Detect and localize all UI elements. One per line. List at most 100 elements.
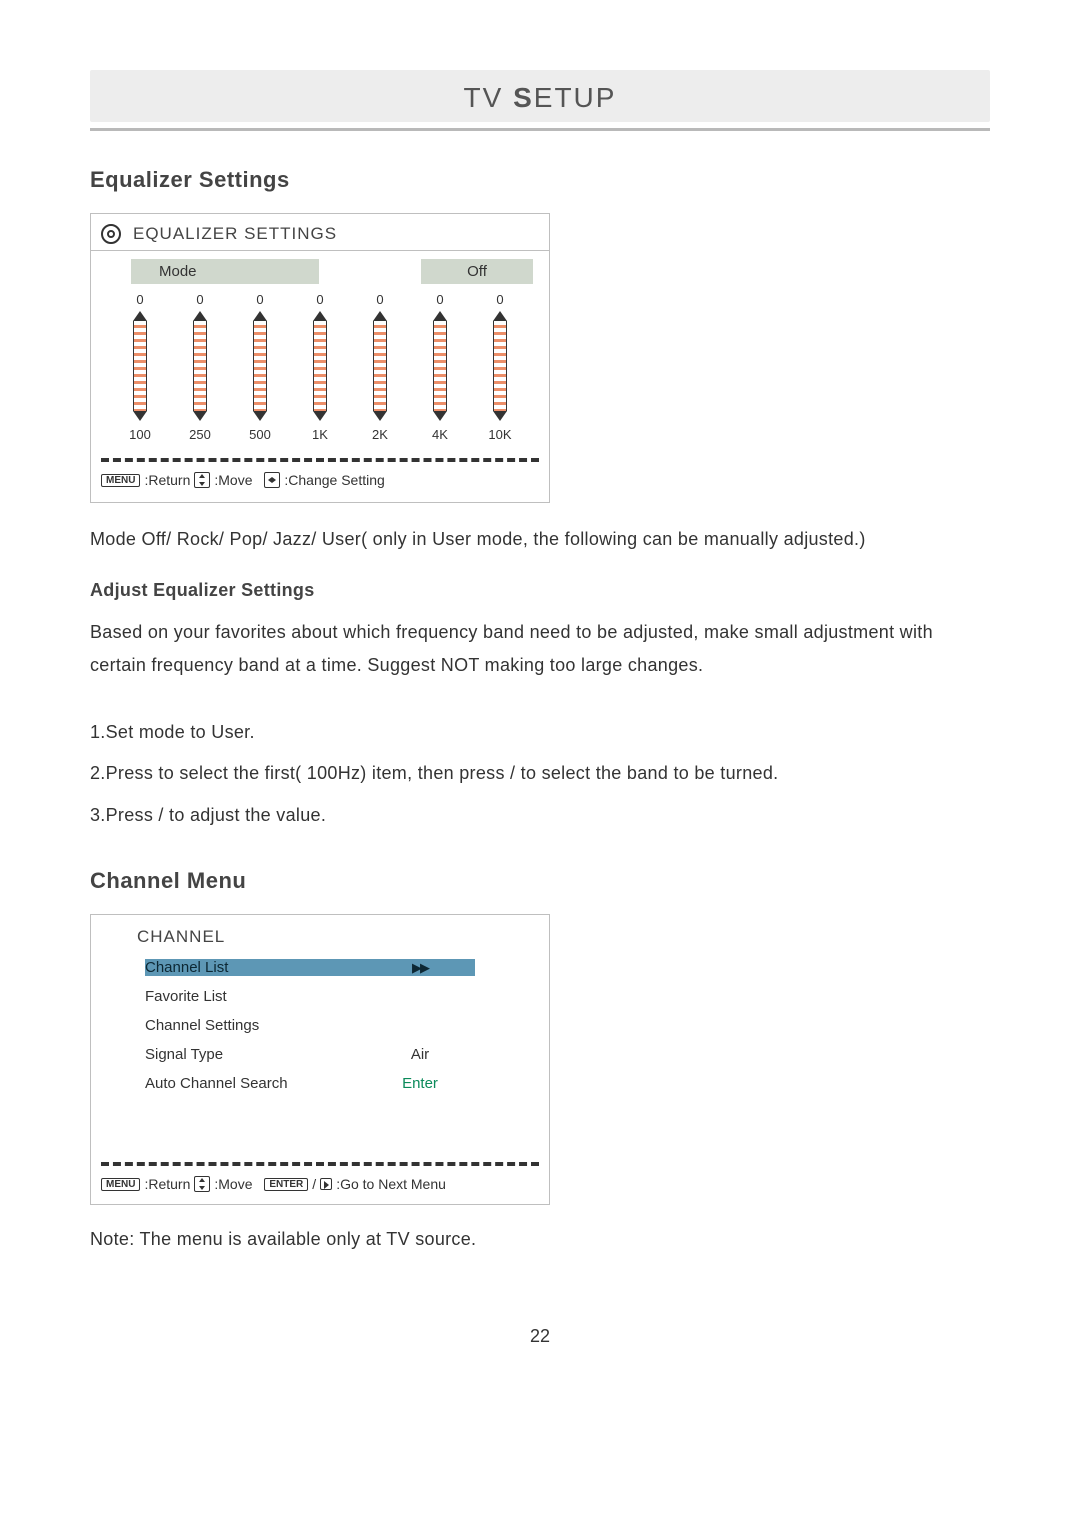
- channel-row-label: Favorite List: [145, 988, 365, 1005]
- eq-slider-freq: 500: [249, 427, 271, 442]
- title-underline: [90, 128, 990, 131]
- eq-slider-value: 0: [496, 292, 503, 307]
- hint-change: :Change Setting: [284, 472, 384, 488]
- eq-slider-value: 0: [136, 292, 143, 307]
- eq-slider-value: 0: [256, 292, 263, 307]
- arrow-up-icon[interactable]: [433, 311, 447, 321]
- channel-hints: MENU :Return :Move ENTER / :Go to Next M…: [91, 1176, 549, 1204]
- step-1: 1.Set mode to User.: [90, 716, 990, 749]
- channel-row[interactable]: Channel List ▶▶: [137, 953, 519, 982]
- equalizer-heading: Equalizer Settings: [90, 167, 990, 193]
- eq-slider-track[interactable]: [313, 321, 327, 411]
- channel-row-label: Channel List: [145, 959, 365, 976]
- arrow-down-icon[interactable]: [193, 411, 207, 421]
- channel-panel-title: CHANNEL: [91, 915, 549, 953]
- channel-row-value: ▶▶: [365, 959, 475, 976]
- eq-slider-track[interactable]: [253, 321, 267, 411]
- arrow-up-icon[interactable]: [133, 311, 147, 321]
- eq-slider-freq: 10K: [488, 427, 511, 442]
- eq-slider-track[interactable]: [433, 321, 447, 411]
- page-title-bar: TV SETUP: [90, 70, 990, 122]
- equalizer-sliders: 0 100 0 250 0 500 0 1K 0 2K 0 4K 0 10K: [91, 292, 549, 442]
- hint-slash: /: [312, 1176, 316, 1192]
- channel-heading: Channel Menu: [90, 868, 990, 894]
- channel-row[interactable]: Auto Channel SearchEnter: [137, 1069, 519, 1098]
- hint-goto: :Go to Next Menu: [336, 1176, 446, 1192]
- eq-slider-250[interactable]: 0 250: [177, 292, 223, 442]
- arrow-up-icon[interactable]: [253, 311, 267, 321]
- eq-slider-value: 0: [196, 292, 203, 307]
- channel-row[interactable]: Channel Settings: [137, 1011, 519, 1040]
- play-icon: [320, 1178, 332, 1190]
- eq-slider-1K[interactable]: 0 1K: [297, 292, 343, 442]
- eq-slider-freq: 2K: [372, 427, 388, 442]
- menu-key-icon: MENU: [101, 474, 140, 487]
- page-title: TV SETUP: [464, 82, 617, 113]
- channel-row-value: Air: [365, 1046, 475, 1063]
- equalizer-mode-value: Off: [421, 259, 533, 284]
- channel-row-value: Enter: [365, 1075, 475, 1092]
- title-pre: TV: [464, 82, 514, 113]
- arrow-down-icon[interactable]: [133, 411, 147, 421]
- channel-row[interactable]: Favorite List: [137, 982, 519, 1011]
- eq-slider-track[interactable]: [373, 321, 387, 411]
- adjust-desc: Based on your favorites about which freq…: [90, 616, 990, 683]
- arrow-down-icon[interactable]: [493, 411, 507, 421]
- equalizer-panel-header: EQUALIZER SETTINGS: [91, 214, 549, 251]
- arrow-up-icon[interactable]: [373, 311, 387, 321]
- hint-move: :Move: [214, 472, 252, 488]
- eq-slider-freq: 1K: [312, 427, 328, 442]
- up-down-icon: [194, 472, 210, 488]
- title-bold: S: [513, 82, 534, 113]
- arrow-down-icon[interactable]: [373, 411, 387, 421]
- arrow-down-icon[interactable]: [313, 411, 327, 421]
- eq-slider-freq: 250: [189, 427, 211, 442]
- page-number: 22: [90, 1326, 990, 1347]
- title-post: ETUP: [534, 82, 617, 113]
- equalizer-mode-label: Mode: [131, 259, 319, 284]
- equalizer-mode-row[interactable]: Mode Off: [131, 259, 533, 284]
- arrow-down-icon[interactable]: [253, 411, 267, 421]
- eq-slider-track[interactable]: [133, 321, 147, 411]
- channel-row-label: Signal Type: [145, 1046, 365, 1063]
- hint-return: :Return: [144, 472, 190, 488]
- separator-dashes: [101, 458, 539, 462]
- channel-row[interactable]: Signal TypeAir: [137, 1040, 519, 1069]
- forward-icon: ▶▶: [412, 960, 428, 975]
- equalizer-panel: EQUALIZER SETTINGS Mode Off 0 100 0 250 0 500…: [90, 213, 550, 503]
- separator-dashes: [101, 1162, 539, 1166]
- eq-slider-4K[interactable]: 0 4K: [417, 292, 463, 442]
- channel-panel: CHANNEL Channel List▶▶Favorite ListChann…: [90, 914, 550, 1205]
- hint-return: :Return: [144, 1176, 190, 1192]
- hint-move: :Move: [214, 1176, 252, 1192]
- channel-row-label: Channel Settings: [145, 1017, 365, 1034]
- eq-slider-track[interactable]: [193, 321, 207, 411]
- eq-slider-2K[interactable]: 0 2K: [357, 292, 403, 442]
- eq-slider-freq: 100: [129, 427, 151, 442]
- eq-slider-value: 0: [436, 292, 443, 307]
- eq-slider-100[interactable]: 0 100: [117, 292, 163, 442]
- step-2: 2.Press to select the first( 100Hz) item…: [90, 757, 990, 790]
- menu-key-icon: MENU: [101, 1178, 140, 1191]
- equalizer-panel-title: EQUALIZER SETTINGS: [133, 224, 337, 244]
- target-icon: [101, 224, 121, 244]
- equalizer-hints: MENU :Return :Move :Change Setting: [91, 472, 549, 488]
- eq-slider-500[interactable]: 0 500: [237, 292, 283, 442]
- eq-slider-track[interactable]: [493, 321, 507, 411]
- adjust-heading: Adjust Equalizer Settings: [90, 574, 990, 607]
- eq-slider-freq: 4K: [432, 427, 448, 442]
- eq-slider-10K[interactable]: 0 10K: [477, 292, 523, 442]
- channel-row-label: Auto Channel Search: [145, 1075, 365, 1092]
- eq-slider-value: 0: [376, 292, 383, 307]
- arrow-up-icon[interactable]: [493, 311, 507, 321]
- arrow-up-icon[interactable]: [313, 311, 327, 321]
- step-3: 3.Press / to adjust the value.: [90, 799, 990, 832]
- arrow-down-icon[interactable]: [433, 411, 447, 421]
- up-down-icon: [194, 1176, 210, 1192]
- enter-key-icon: ENTER: [264, 1178, 308, 1191]
- equalizer-mode-desc: Mode Off/ Rock/ Pop/ Jazz/ User( only in…: [90, 523, 990, 556]
- channel-list: Channel List ▶▶ Favorite List Channel Setti…: [91, 953, 549, 1098]
- left-right-icon: [264, 472, 280, 488]
- eq-slider-value: 0: [316, 292, 323, 307]
- arrow-up-icon[interactable]: [193, 311, 207, 321]
